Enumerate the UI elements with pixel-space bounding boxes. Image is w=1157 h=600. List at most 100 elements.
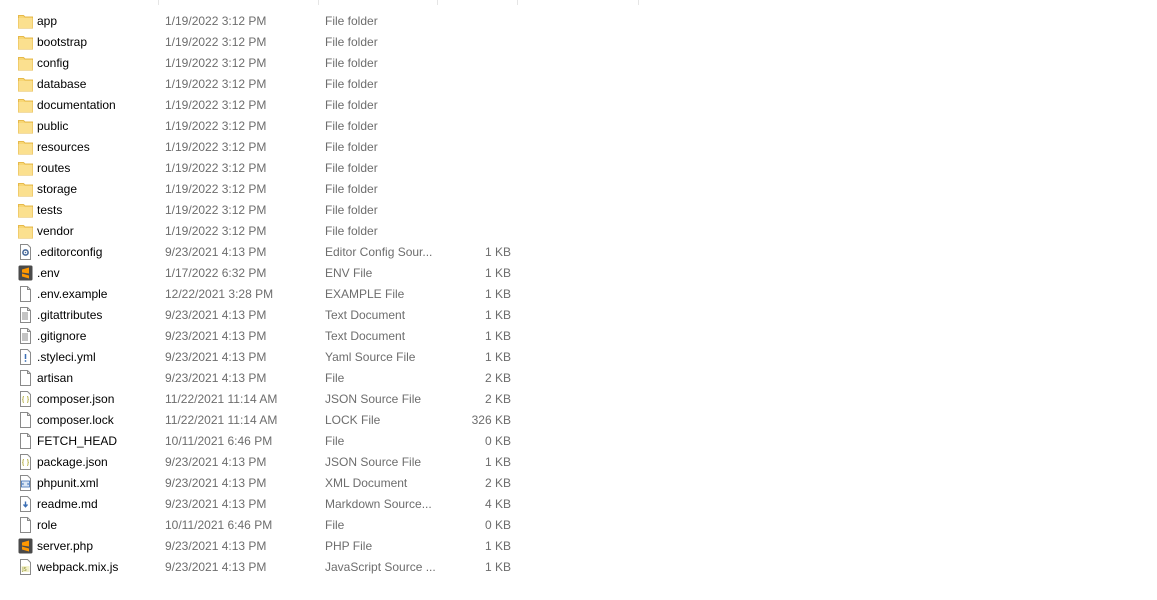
- file-size: 1 KB: [484, 560, 511, 574]
- file-row[interactable]: public 1/19/2022 3:12 PM File folder: [0, 116, 640, 137]
- file-name: documentation: [37, 98, 116, 112]
- file-date-modified: 1/19/2022 3:12 PM: [165, 14, 267, 28]
- json-file-icon: [18, 391, 33, 407]
- folder-icon: [18, 55, 33, 71]
- file-date-modified: 1/19/2022 3:12 PM: [165, 35, 267, 49]
- file-date-modified: 9/23/2021 4:13 PM: [165, 329, 267, 343]
- column-divider[interactable]: [158, 0, 159, 5]
- file-size: 1 KB: [484, 287, 511, 301]
- file-size: 1 KB: [484, 350, 511, 364]
- column-divider[interactable]: [318, 0, 319, 5]
- file-date-modified: 9/23/2021 4:13 PM: [165, 539, 267, 553]
- file-type: Text Document: [325, 308, 406, 322]
- file-name: FETCH_HEAD: [37, 434, 118, 448]
- file-row[interactable]: composer.lock 11/22/2021 11:14 AM LOCK Fil…: [0, 410, 640, 431]
- file-date-modified: 9/23/2021 4:13 PM: [165, 308, 267, 322]
- file-name: role: [37, 518, 58, 532]
- file-date-modified: 10/11/2021 6:46 PM: [165, 434, 273, 448]
- file-name: artisan: [37, 371, 74, 385]
- file-name: database: [37, 77, 87, 91]
- file-type: File folder: [325, 161, 378, 175]
- file-date-modified: 9/23/2021 4:13 PM: [165, 371, 267, 385]
- file-row[interactable]: JS webpack.mix.js 9/23/2021 4:13 PM JavaScr…: [0, 557, 640, 578]
- file-date-modified: 12/22/2021 3:28 PM: [165, 287, 274, 301]
- folder-icon: [18, 76, 33, 92]
- column-divider[interactable]: [638, 0, 639, 5]
- file-size: 0 KB: [484, 434, 511, 448]
- file-row[interactable]: .editorconfig 9/23/2021 4:13 PM Editor Con…: [0, 242, 640, 263]
- file-row[interactable]: routes 1/19/2022 3:12 PM File folder: [0, 158, 640, 179]
- column-divider[interactable]: [437, 0, 438, 5]
- file-name: .editorconfig: [37, 245, 103, 259]
- file-size: 326 KB: [471, 413, 511, 427]
- file-row[interactable]: .env.example 12/22/2021 3:28 PM EXAMPLE Fi…: [0, 284, 640, 305]
- file-size: 2 KB: [484, 371, 511, 385]
- js-file-icon: JS: [18, 559, 33, 575]
- folder-icon: [18, 139, 33, 155]
- file-row[interactable]: documentation 1/19/2022 3:12 PM File folde…: [0, 95, 640, 116]
- markdown-file-icon: [18, 496, 33, 512]
- file-name: bootstrap: [37, 35, 88, 49]
- text-file-icon: [18, 328, 33, 344]
- column-divider[interactable]: [517, 0, 518, 5]
- file-row[interactable]: .gitignore 9/23/2021 4:13 PM Text Document…: [0, 326, 640, 347]
- file-list-pane: app 1/19/2022 3:12 PM File folder bootstrap…: [0, 0, 1157, 600]
- file-row[interactable]: app 1/19/2022 3:12 PM File folder: [0, 11, 640, 32]
- file-type: JSON Source File: [325, 455, 422, 469]
- file-size: 1 KB: [484, 329, 511, 343]
- file-type: PHP File: [325, 539, 373, 553]
- yaml-file-icon: [18, 349, 33, 365]
- file-row[interactable]: .env 1/17/2022 6:32 PM ENV File 1 KB: [0, 263, 640, 284]
- file-row[interactable]: .styleci.yml 9/23/2021 4:13 PM Yaml Source…: [0, 347, 640, 368]
- config-file-icon: [18, 244, 33, 260]
- folder-icon: [18, 97, 33, 113]
- file-type: File folder: [325, 98, 378, 112]
- file-row[interactable]: server.php 9/23/2021 4:13 PM PHP File 1 KB: [0, 536, 640, 557]
- file-row[interactable]: composer.json 11/22/2021 11:14 AM JSON Sou…: [0, 389, 640, 410]
- json-file-icon: [18, 454, 33, 470]
- file-name: app: [37, 14, 58, 28]
- file-row[interactable]: bootstrap 1/19/2022 3:12 PM File folder: [0, 32, 640, 53]
- file-row[interactable]: .gitattributes 9/23/2021 4:13 PM Text Docu…: [0, 305, 640, 326]
- file-row[interactable]: database 1/19/2022 3:12 PM File folder: [0, 74, 640, 95]
- file-date-modified: 9/23/2021 4:13 PM: [165, 560, 267, 574]
- file-size: 1 KB: [484, 308, 511, 322]
- folder-icon: [18, 223, 33, 239]
- file-name: tests: [37, 203, 63, 217]
- folder-icon: [18, 202, 33, 218]
- file-name: .gitignore: [37, 329, 87, 343]
- file-row[interactable]: FETCH_HEAD 10/11/2021 6:46 PM File 0 KB: [0, 431, 640, 452]
- file-row[interactable]: readme.md 9/23/2021 4:13 PM Markdown Sourc…: [0, 494, 640, 515]
- file-row[interactable]: storage 1/19/2022 3:12 PM File folder: [0, 179, 640, 200]
- folder-icon: [18, 160, 33, 176]
- file-date-modified: 1/19/2022 3:12 PM: [165, 182, 267, 196]
- file-name: server.php: [37, 539, 94, 553]
- file-date-modified: 1/19/2022 3:12 PM: [165, 161, 267, 175]
- file-date-modified: 9/23/2021 4:13 PM: [165, 245, 267, 259]
- file-row[interactable]: tests 1/19/2022 3:12 PM File folder: [0, 200, 640, 221]
- xml-file-icon: [18, 475, 33, 491]
- file-date-modified: 9/23/2021 4:13 PM: [165, 497, 267, 511]
- file-row[interactable]: resources 1/19/2022 3:12 PM File folder: [0, 137, 640, 158]
- file-type: File folder: [325, 119, 378, 133]
- file-row[interactable]: vendor 1/19/2022 3:12 PM File folder: [0, 221, 640, 242]
- file-date-modified: 1/19/2022 3:12 PM: [165, 56, 267, 70]
- file-date-modified: 9/23/2021 4:13 PM: [165, 476, 267, 490]
- file-type: File folder: [325, 14, 378, 28]
- file-name: routes: [37, 161, 71, 175]
- file-row[interactable]: role 10/11/2021 6:46 PM File 0 KB: [0, 515, 640, 536]
- file-row[interactable]: package.json 9/23/2021 4:13 PM JSON Source…: [0, 452, 640, 473]
- file-row[interactable]: config 1/19/2022 3:12 PM File folder: [0, 53, 640, 74]
- file-row[interactable]: phpunit.xml 9/23/2021 4:13 PM XML Document…: [0, 473, 640, 494]
- file-type: XML Document: [325, 476, 408, 490]
- blank-file-icon: [18, 370, 33, 386]
- blank-file-icon: [18, 412, 33, 428]
- file-name: .env.example: [37, 287, 108, 301]
- file-name: phpunit.xml: [37, 476, 99, 490]
- folder-icon: [18, 13, 33, 29]
- file-row[interactable]: artisan 9/23/2021 4:13 PM File 2 KB: [0, 368, 640, 389]
- file-size: 1 KB: [484, 266, 511, 280]
- file-name: .styleci.yml: [37, 350, 96, 364]
- file-size: 1 KB: [484, 245, 511, 259]
- file-date-modified: 11/22/2021 11:14 AM: [165, 413, 278, 427]
